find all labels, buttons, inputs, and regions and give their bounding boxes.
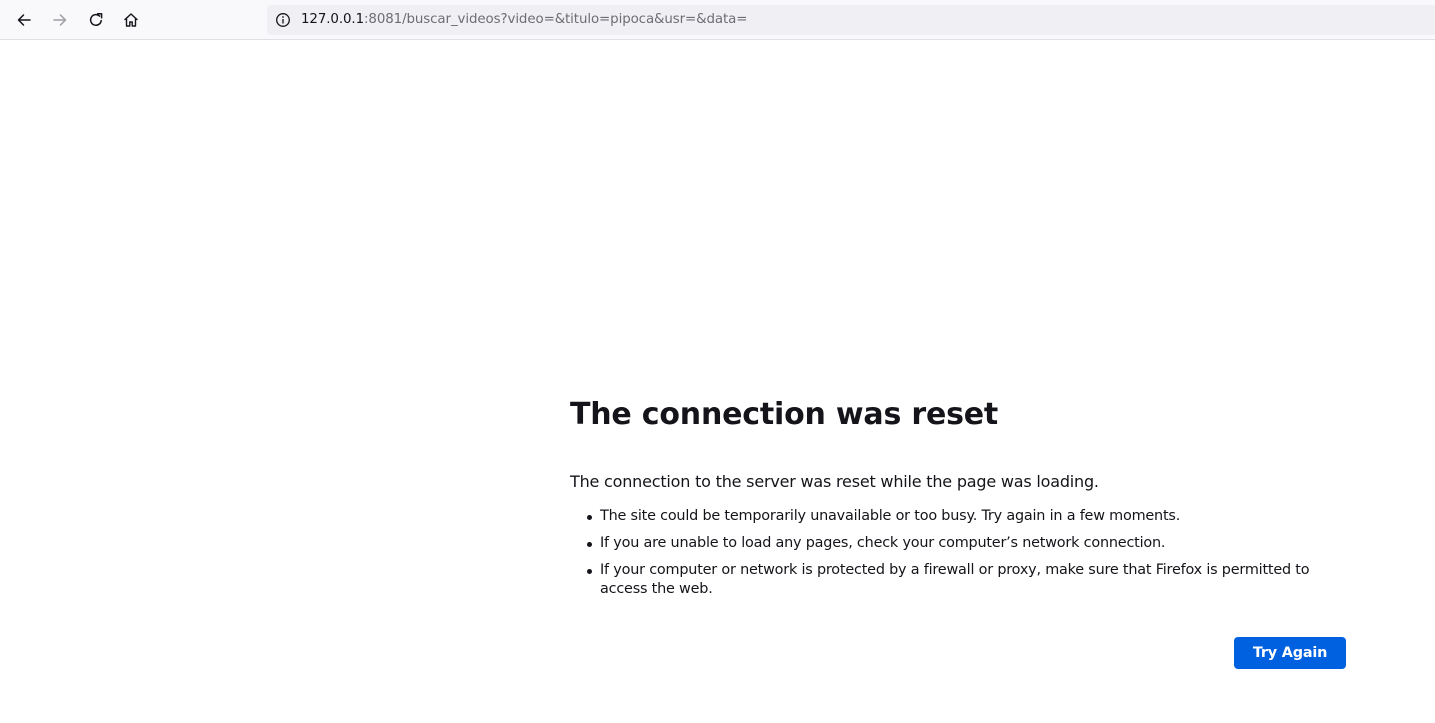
try-again-button[interactable]: Try Again <box>1234 637 1346 669</box>
suggestion-item: If you are unable to load any pages, che… <box>587 534 1348 553</box>
error-container: The connection was reset The connection … <box>570 392 1350 607</box>
url-text[interactable]: 127.0.0.1:8081/buscar_videos?video=&titu… <box>301 12 748 28</box>
address-bar[interactable]: 127.0.0.1:8081/buscar_videos?video=&titu… <box>267 5 1435 35</box>
error-description: The connection to the server was reset w… <box>570 472 1099 491</box>
suggestion-list: The site could be temporarily unavailabl… <box>570 507 1348 599</box>
home-button[interactable] <box>117 6 145 34</box>
suggestion-item: If your computer or network is protected… <box>587 561 1348 599</box>
reload-icon <box>89 13 103 26</box>
reload-button[interactable] <box>82 6 110 34</box>
home-icon <box>124 13 138 27</box>
arrow-right-icon <box>53 14 67 26</box>
arrow-left-icon <box>17 14 31 26</box>
suggestion-item: The site could be temporarily unavailabl… <box>587 507 1348 526</box>
info-icon[interactable] <box>275 12 291 28</box>
error-title: The connection was reset <box>570 397 999 432</box>
url-path: :8081/buscar_videos?video=&titulo=pipoca… <box>364 12 748 27</box>
back-button[interactable] <box>10 6 38 34</box>
browser-toolbar: 127.0.0.1:8081/buscar_videos?video=&titu… <box>0 0 1435 40</box>
url-host: 127.0.0.1 <box>301 12 364 27</box>
forward-button[interactable] <box>46 6 74 34</box>
